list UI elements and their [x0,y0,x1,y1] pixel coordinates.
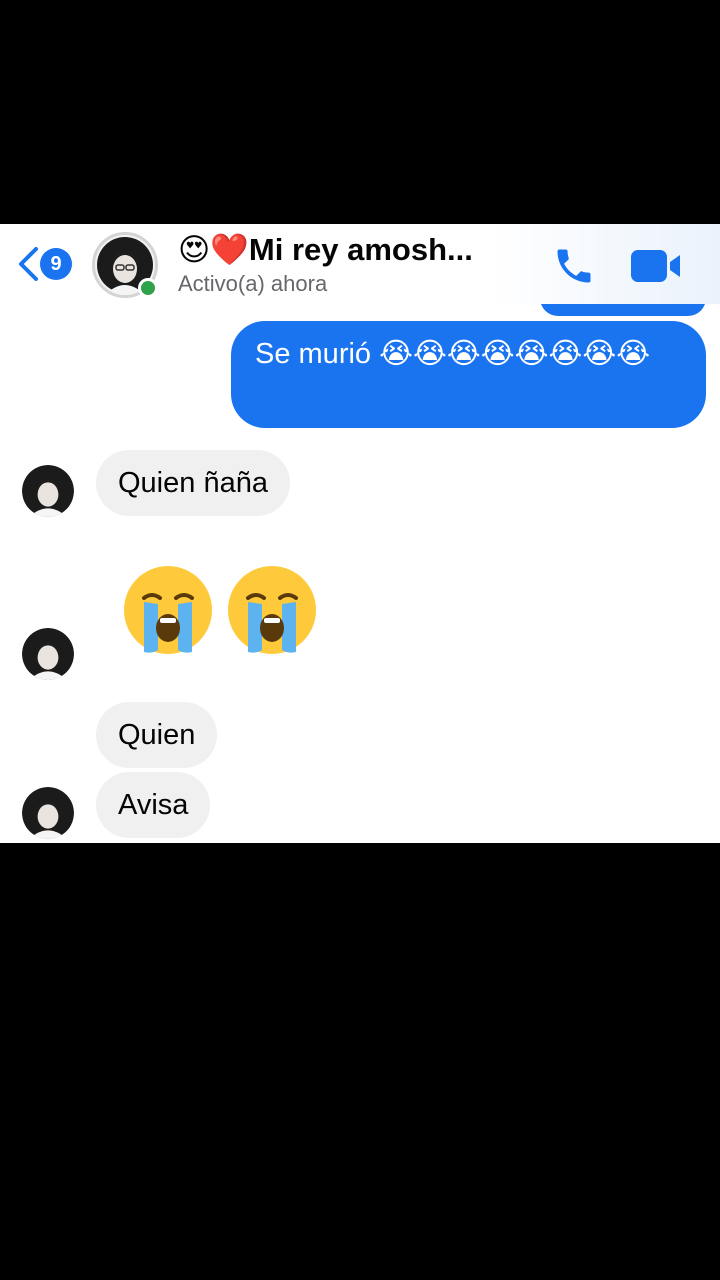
received-message-bubble[interactable]: Quien ñaña [96,450,290,516]
sent-message-bubble[interactable]: Se murió 😭😭😭😭😭😭😭😭 [231,321,706,428]
crying-face-emoji [228,566,316,654]
received-message-bubble[interactable]: Avisa [96,772,211,838]
video-camera-icon [631,250,680,282]
avatar-photo-icon [22,787,74,839]
back-button[interactable]: 9 [14,244,78,284]
emoji-message[interactable] [122,564,318,656]
chat-screen: 9 😍❤️Mi rey amosh... Activo(a) ahora Se … [0,224,720,843]
voice-call-button[interactable] [552,244,596,288]
back-chevron-icon [19,247,38,281]
received-message-bubble[interactable]: Quien [96,702,218,768]
sender-avatar[interactable] [22,628,74,680]
chat-header: 9 😍❤️Mi rey amosh... Activo(a) ahora [0,224,720,304]
phone-icon [557,249,591,283]
contact-name[interactable]: 😍❤️Mi rey amosh... [178,228,498,272]
avatar-photo-icon [22,628,74,680]
unread-count-badge: 9 [40,248,72,280]
online-status-dot [138,278,158,298]
sender-avatar[interactable] [22,465,74,517]
video-call-button[interactable] [628,246,684,286]
crying-face-emoji [124,566,212,654]
sender-avatar[interactable] [22,787,74,839]
active-status: Activo(a) ahora [178,271,328,296]
avatar-photo-icon [22,465,74,517]
